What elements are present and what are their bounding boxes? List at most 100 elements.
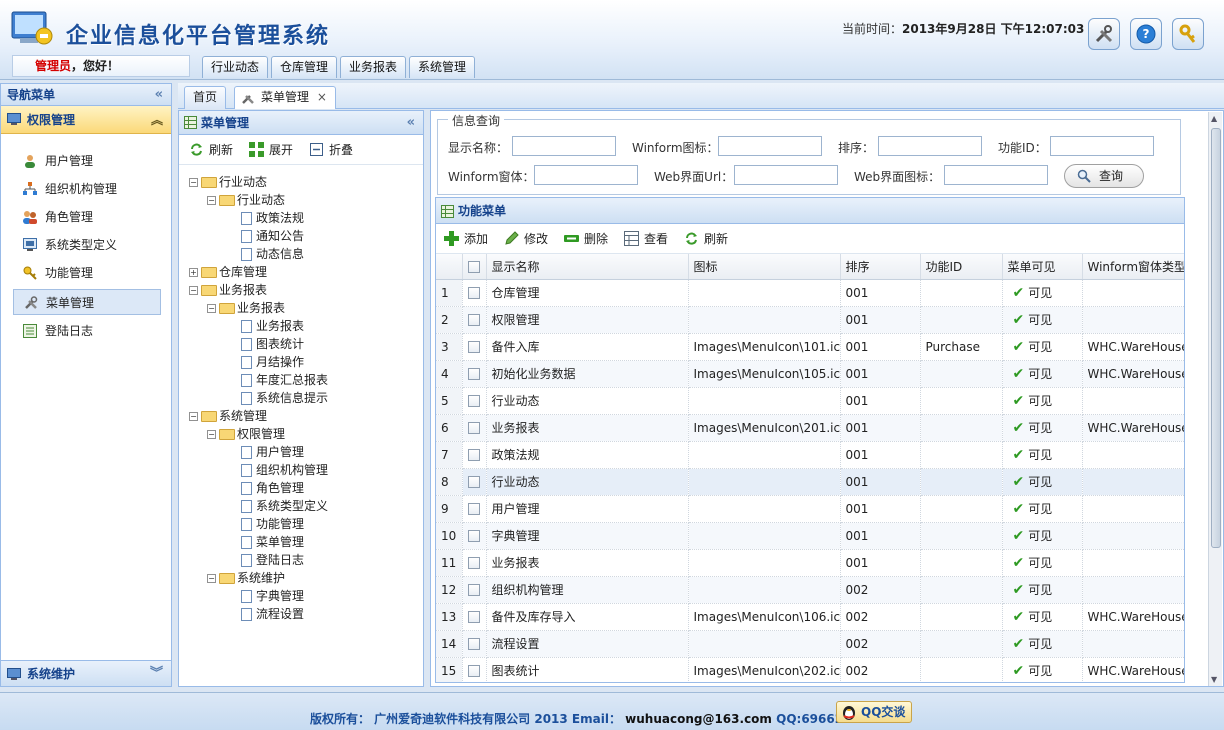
tree-collapse-icon[interactable]: − — [189, 178, 198, 187]
tree-leaf-node[interactable]: 通知公告 — [241, 227, 304, 245]
row-select[interactable] — [462, 360, 487, 388]
view-button[interactable]: 查看 — [624, 230, 668, 248]
row-checkbox[interactable] — [467, 584, 480, 596]
tree-folder-node[interactable]: − 业务报表 — [207, 299, 285, 317]
row-checkbox[interactable] — [467, 665, 480, 677]
row-checkbox[interactable] — [467, 638, 480, 650]
row-checkbox[interactable] — [467, 449, 480, 461]
winform-form-input[interactable] — [534, 165, 638, 185]
row-checkbox[interactable] — [467, 530, 480, 542]
query-button[interactable]: 查询 — [1064, 164, 1144, 188]
row-select[interactable] — [462, 549, 487, 577]
tree-folder-node[interactable]: + 仓库管理 — [189, 263, 267, 281]
tree-leaf-node[interactable]: 组织机构管理 — [241, 461, 328, 479]
table-row[interactable]: 10 字典管理 001 ✔ 可见 — [436, 522, 1184, 550]
scroll-down-icon[interactable]: ▼ — [1211, 675, 1217, 684]
tree-expand-button[interactable]: 展开 — [249, 141, 293, 159]
scrollbar-thumb[interactable] — [1211, 128, 1221, 548]
row-select[interactable] — [462, 387, 487, 415]
top-tab-industry[interactable]: 行业动态 — [202, 56, 269, 78]
row-select[interactable] — [462, 441, 487, 469]
help-button[interactable]: ? — [1130, 18, 1162, 50]
select-all-checkbox[interactable] — [467, 260, 480, 273]
tree-leaf-node[interactable]: 图表统计 — [241, 335, 304, 353]
row-select[interactable] — [462, 306, 487, 334]
tree-leaf-node[interactable]: 政策法规 — [241, 209, 304, 227]
table-row[interactable]: 4 初始化业务数据 Images\MenuIcon\105.ico 001 ✔ 可见 WHC… — [436, 360, 1184, 388]
table-row[interactable]: 13 备件及库存导入 Images\MenuIcon\106.ico 002 ✔ 可见 WH… — [436, 603, 1184, 631]
row-select[interactable] — [462, 657, 487, 682]
qq-chat-button[interactable]: QQ交谈 — [836, 701, 912, 723]
row-select[interactable] — [462, 522, 487, 550]
tree-collapse-icon[interactable]: − — [189, 286, 198, 295]
table-row[interactable]: 9 用户管理 001 ✔ 可见 — [436, 495, 1184, 523]
tree-folder-node[interactable]: − 系统管理 — [189, 407, 267, 425]
top-tab-reports[interactable]: 业务报表 — [340, 56, 407, 78]
row-checkbox[interactable] — [467, 476, 480, 488]
row-checkbox[interactable] — [467, 422, 480, 434]
nav-item-menus[interactable]: 菜单管理 — [13, 289, 161, 315]
tree-leaf-node[interactable]: 动态信息 — [241, 245, 304, 263]
row-select[interactable] — [462, 630, 487, 658]
table-row[interactable]: 7 政策法规 001 ✔ 可见 — [436, 441, 1184, 469]
web-icon-input[interactable] — [944, 165, 1048, 185]
table-row[interactable]: 1 仓库管理 001 ✔ 可见 — [436, 279, 1184, 307]
row-checkbox[interactable] — [467, 368, 480, 380]
collapse-left-icon[interactable]: « — [407, 111, 415, 135]
vertical-scrollbar[interactable]: ▲ ▼ — [1208, 112, 1222, 686]
grid-refresh-button[interactable]: 刷新 — [684, 230, 728, 248]
row-select[interactable] — [462, 603, 487, 631]
table-row[interactable]: 15 图表统计 Images\MenuIcon\202.ico 002 ✔ 可见 WHC.W… — [436, 657, 1184, 682]
row-select[interactable] — [462, 495, 487, 523]
tree-leaf-node[interactable]: 功能管理 — [241, 515, 304, 533]
table-row[interactable]: 12 组织机构管理 002 ✔ 可见 — [436, 576, 1184, 604]
tree-folder-node[interactable]: − 行业动态 — [207, 191, 285, 209]
tree-collapse-icon[interactable]: − — [207, 196, 216, 205]
tree-collapse-icon[interactable]: − — [189, 412, 198, 421]
row-select[interactable] — [462, 279, 487, 307]
accordion-header-permissions[interactable]: 权限管理 ︽ — [1, 106, 171, 134]
function-id-input[interactable] — [1050, 136, 1154, 156]
tree-collapse-icon[interactable]: − — [207, 574, 216, 583]
nav-item-org[interactable]: 组织机构管理 — [13, 176, 161, 202]
top-tab-warehouse[interactable]: 仓库管理 — [271, 56, 338, 78]
add-button[interactable]: 添加 — [444, 230, 488, 248]
row-select[interactable] — [462, 333, 487, 361]
tree-leaf-node[interactable]: 字典管理 — [241, 587, 304, 605]
column-header-winform[interactable]: Winform窗体类型 — [1082, 254, 1184, 280]
nav-item-login-log[interactable]: 登陆日志 — [13, 318, 161, 344]
chevron-up-icon[interactable]: ︽ — [151, 106, 163, 134]
tree-leaf-node[interactable]: 年度汇总报表 — [241, 371, 328, 389]
row-select[interactable] — [462, 576, 487, 604]
web-url-input[interactable] — [734, 165, 838, 185]
tree-collapse-icon[interactable]: − — [207, 430, 216, 439]
tree-collapse-button[interactable]: 折叠 — [309, 141, 353, 159]
row-checkbox[interactable] — [467, 314, 480, 326]
nav-item-roles[interactable]: 角色管理 — [13, 204, 161, 230]
tools-button[interactable] — [1088, 18, 1120, 50]
delete-button[interactable]: 删除 — [564, 230, 608, 248]
column-header-name[interactable]: 显示名称 — [486, 254, 689, 280]
close-icon[interactable]: × — [317, 90, 327, 104]
row-checkbox[interactable] — [467, 611, 480, 623]
tree-leaf-node[interactable]: 角色管理 — [241, 479, 304, 497]
tab-home[interactable]: 首页 — [184, 86, 227, 109]
column-header-visible[interactable]: 菜单可见 — [1002, 254, 1083, 280]
table-row[interactable]: 3 备件入库 Images\MenuIcon\101.ico 001 Purchase ✔… — [436, 333, 1184, 361]
tree-leaf-node[interactable]: 登陆日志 — [241, 551, 304, 569]
top-tab-system[interactable]: 系统管理 — [409, 56, 476, 78]
table-row[interactable]: 8 行业动态 001 ✔ 可见 — [436, 468, 1184, 496]
tree-leaf-node[interactable]: 月结操作 — [241, 353, 304, 371]
column-header-sort[interactable]: 排序 — [840, 254, 921, 280]
sort-input[interactable] — [878, 136, 982, 156]
tree-leaf-node[interactable]: 系统信息提示 — [241, 389, 328, 407]
exit-button[interactable] — [1172, 18, 1204, 50]
accordion-header-maintenance[interactable]: 系统维护 ︾ — [1, 660, 171, 686]
table-row[interactable]: 2 权限管理 001 ✔ 可见 — [436, 306, 1184, 334]
select-all-header[interactable] — [462, 254, 487, 280]
tree-folder-node[interactable]: − 系统维护 — [207, 569, 285, 587]
edit-button[interactable]: 修改 — [504, 230, 548, 248]
row-select[interactable] — [462, 414, 487, 442]
column-header-icon[interactable]: 图标 — [688, 254, 841, 280]
tree-leaf-node[interactable]: 系统类型定义 — [241, 497, 328, 515]
